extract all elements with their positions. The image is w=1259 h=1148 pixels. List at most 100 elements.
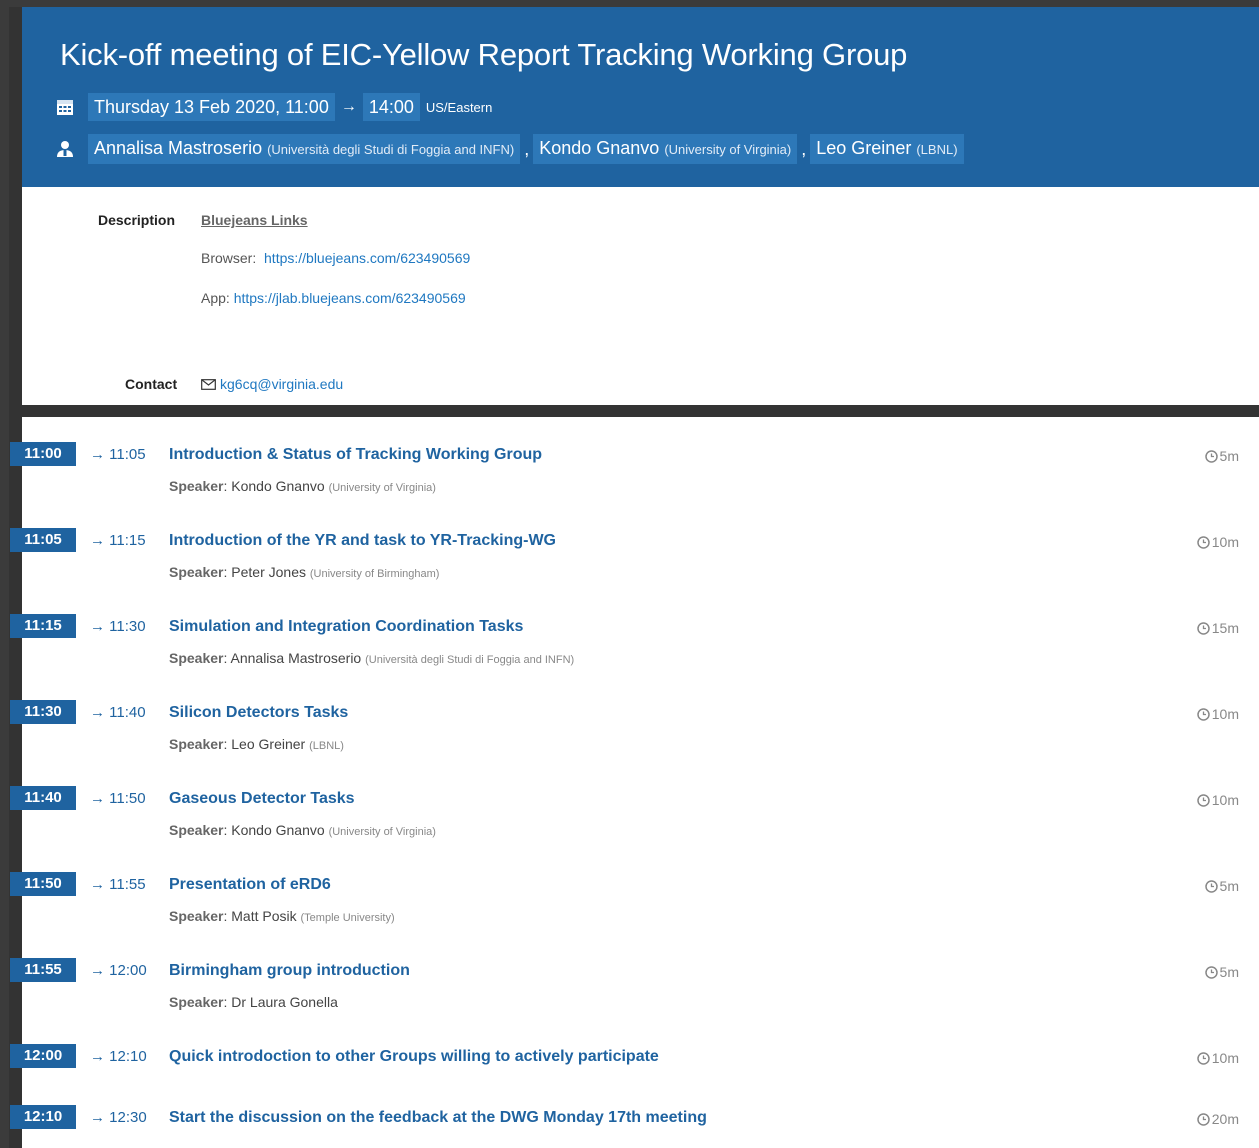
- description-label: Description: [98, 212, 176, 228]
- entry-speaker: Speaker: Peter Jones (University of Birm…: [169, 564, 439, 580]
- entry-title-link[interactable]: Start the discussion on the feedback at …: [169, 1109, 707, 1127]
- entry-start-time: 12:10: [10, 1105, 76, 1129]
- page-title: Kick-off meeting of EIC-Yellow Report Tr…: [60, 37, 908, 72]
- app-line: App: https://jlab.bluejeans.com/62349056…: [201, 290, 466, 306]
- speaker-affiliation: (University of Virginia): [328, 826, 436, 838]
- entry-start-time: 11:55: [10, 958, 76, 982]
- entry-duration: 15m: [1197, 620, 1239, 636]
- entry-end-time: → 12:30: [90, 1109, 147, 1126]
- duration-value: 5m: [1219, 878, 1239, 894]
- entry-start-time: 12:00: [10, 1044, 76, 1068]
- entry-duration: 5m: [1204, 964, 1239, 980]
- person-icon: [57, 141, 73, 157]
- entry-duration: 5m: [1204, 448, 1239, 464]
- duration-value: 10m: [1211, 534, 1239, 550]
- speaker-affiliation: (University of Birmingham): [309, 568, 440, 580]
- timetable-entry: 11:55 → 12:00 Birmingham group introduct…: [10, 933, 1259, 1010]
- mail-icon: [201, 378, 216, 390]
- duration-value: 5m: [1219, 448, 1239, 464]
- timetable-entry: 11:40 → 11:50 Gaseous Detector Tasks Spe…: [10, 761, 1259, 838]
- duration-value: 10m: [1211, 1050, 1239, 1066]
- timetable-entry: 11:00 → 11:05 Introduction & Status of T…: [10, 417, 1259, 494]
- entry-title-link[interactable]: Introduction of the YR and task to YR-Tr…: [169, 532, 556, 550]
- entry-title-link[interactable]: Simulation and Integration Coordination …: [169, 618, 523, 636]
- window-top-border: [9, 0, 1259, 7]
- chair-name: Annalisa Mastroserio: [94, 138, 263, 158]
- entry-start-time: 11:00: [10, 442, 76, 466]
- chair-separator: ,: [801, 138, 807, 159]
- chair-affiliation: (Università degli Studi di Foggia and IN…: [267, 142, 515, 157]
- timetable-entry: 12:10 → 12:30 Start the discussion on th…: [10, 1080, 1259, 1140]
- entry-speaker: Speaker: Matt Posik (Temple University): [169, 908, 395, 924]
- chair-person[interactable]: Leo Greiner (LBNL): [810, 134, 964, 164]
- event-header: Kick-off meeting of EIC-Yellow Report Tr…: [22, 7, 1259, 187]
- speaker-name: : Matt Posik: [223, 908, 297, 924]
- speaker-name: : Kondo Gnanvo: [223, 822, 325, 838]
- chair-person[interactable]: Annalisa Mastroserio (Università degli S…: [88, 134, 521, 164]
- entry-start-time: 11:15: [10, 614, 76, 638]
- entry-title-link[interactable]: Presentation of eRD6: [169, 876, 331, 894]
- clock-icon: [1197, 793, 1210, 807]
- entry-end-time: → 11:30: [90, 618, 146, 635]
- browser-link[interactable]: https://bluejeans.com/623490569: [264, 250, 470, 266]
- speaker-name: : Dr Laura Gonella: [223, 994, 338, 1010]
- speaker-label: Speaker: [169, 478, 224, 494]
- timetable-entry: 11:50 → 11:55 Presentation of eRD6 Speak…: [10, 847, 1259, 924]
- event-date-row: Thursday 13 Feb 2020, 11:00 → 14:00 US/E…: [56, 93, 492, 121]
- entry-speaker: Speaker: Dr Laura Gonella: [169, 994, 338, 1010]
- entry-duration: 10m: [1197, 706, 1239, 722]
- entry-title-link[interactable]: Introduction & Status of Tracking Workin…: [169, 446, 542, 464]
- speaker-affiliation: (LBNL): [309, 740, 344, 752]
- duration-value: 5m: [1219, 964, 1239, 980]
- entry-title-link[interactable]: Gaseous Detector Tasks: [169, 790, 355, 808]
- entry-speaker: Speaker: Kondo Gnanvo (University of Vir…: [169, 822, 436, 838]
- entry-title-link[interactable]: Silicon Detectors Tasks: [169, 704, 348, 722]
- clock-icon: [1197, 621, 1210, 635]
- entry-duration: 10m: [1197, 534, 1239, 550]
- duration-value: 20m: [1211, 1111, 1239, 1127]
- chair-name: Kondo Gnanvo: [539, 138, 660, 158]
- entry-title-link[interactable]: Quick introdoction to other Groups willi…: [169, 1048, 659, 1066]
- entry-start-time: 11:50: [10, 872, 76, 896]
- duration-value: 10m: [1211, 706, 1239, 722]
- speaker-affiliation: (Università degli Studi di Foggia and IN…: [365, 654, 575, 666]
- clock-icon: [1197, 535, 1210, 549]
- entry-end-time: → 11:55: [90, 876, 146, 893]
- entry-duration: 10m: [1197, 1050, 1239, 1066]
- speaker-label: Speaker: [169, 736, 224, 752]
- contact-email-link[interactable]: kg6cq@virginia.edu: [220, 376, 343, 392]
- chair-affiliation: (LBNL): [916, 142, 958, 157]
- timetable-entry: 11:30 → 11:40 Silicon Detectors Tasks Sp…: [10, 675, 1259, 752]
- bluejeans-links-heading: Bluejeans Links: [201, 212, 308, 228]
- timetable-entry: 12:00 → 12:10 Quick introdoction to othe…: [10, 1019, 1259, 1079]
- chair-person[interactable]: Kondo Gnanvo (University of Virginia): [533, 134, 798, 164]
- speaker-label: Speaker: [169, 564, 224, 580]
- chair-separator: ,: [524, 138, 530, 159]
- entry-speaker: Speaker: Leo Greiner (LBNL): [169, 736, 344, 752]
- entry-speaker: Speaker: Kondo Gnanvo (University of Vir…: [169, 478, 436, 494]
- duration-value: 10m: [1211, 792, 1239, 808]
- entry-duration: 5m: [1204, 878, 1239, 894]
- calendar-icon: [57, 100, 73, 115]
- speaker-label: Speaker: [169, 822, 224, 838]
- speaker-name: : Annalisa Mastroserio: [223, 650, 362, 666]
- clock-icon: [1204, 879, 1218, 893]
- entry-end-time: → 11:05: [90, 446, 146, 463]
- speaker-name: : Peter Jones: [223, 564, 306, 580]
- app-link[interactable]: https://jlab.bluejeans.com/623490569: [234, 290, 466, 306]
- event-timezone: US/Eastern: [425, 99, 493, 115]
- chair-affiliation: (University of Virginia): [664, 142, 792, 157]
- speaker-label: Speaker: [169, 908, 224, 924]
- clock-icon: [1204, 965, 1218, 979]
- window-left-border: [0, 0, 9, 1148]
- speaker-name: : Kondo Gnanvo: [223, 478, 325, 494]
- entry-end-time: → 11:40: [90, 704, 146, 721]
- clock-icon: [1204, 449, 1218, 463]
- event-chairs-row: Annalisa Mastroserio (Università degli S…: [56, 134, 964, 164]
- event-info-section: Description Bluejeans Links Browser: htt…: [22, 187, 1259, 405]
- entry-title-link[interactable]: Birmingham group introduction: [169, 962, 410, 980]
- speaker-label: Speaker: [169, 994, 224, 1010]
- event-start-date: Thursday 13 Feb 2020, 11:00: [88, 93, 335, 121]
- entry-end-time: → 11:50: [90, 790, 146, 807]
- entry-duration: 10m: [1197, 792, 1239, 808]
